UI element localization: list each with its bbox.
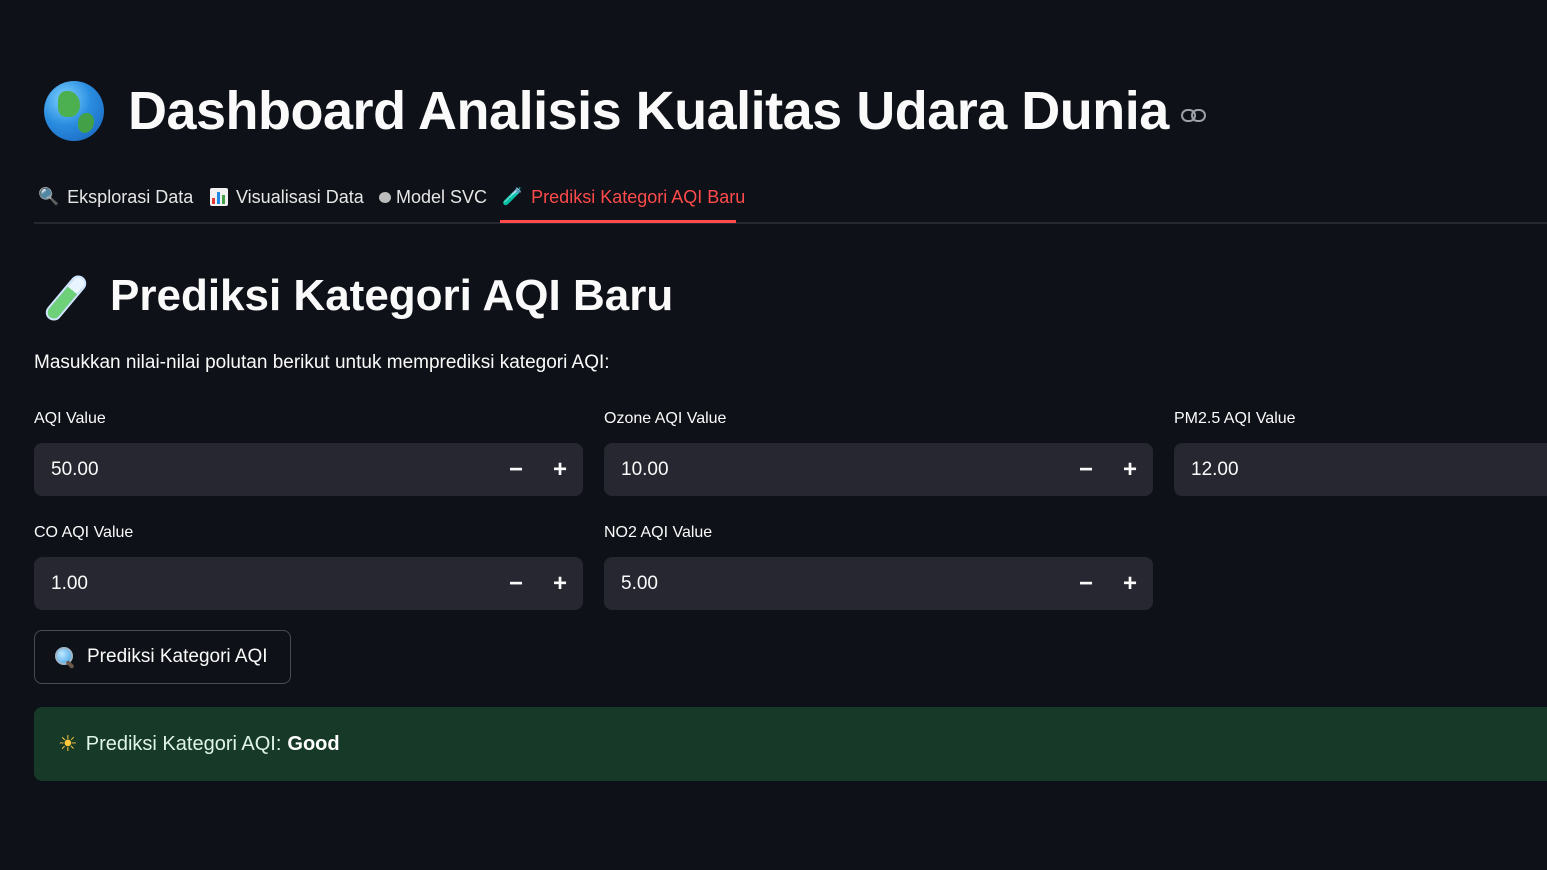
input-value[interactable]: 10.00 (621, 459, 669, 481)
pm25-aqi-input[interactable]: 12.00 (1174, 443, 1547, 496)
field-label: NO2 AQI Value (604, 524, 713, 541)
input-value[interactable]: 5.00 (621, 573, 658, 595)
tab-label: Prediksi Kategori AQI Baru (531, 186, 746, 207)
input-value[interactable]: 50.00 (51, 459, 99, 481)
globe-icon (44, 81, 104, 141)
aqi-value-input[interactable]: 50.00 − + (34, 443, 583, 496)
tab-visualisasi-data[interactable]: Visualisasi Data (210, 172, 364, 222)
field-label: CO AQI Value (34, 524, 134, 541)
active-tab-indicator (500, 220, 736, 223)
result-value: Good (287, 732, 340, 755)
increment-button[interactable]: + (540, 557, 580, 610)
tab-bar: 🔍 Eksplorasi Data Visualisasi Data Model… (34, 172, 1547, 224)
magnifier-icon (55, 647, 75, 667)
predict-button[interactable]: Prediksi Kategori AQI (34, 630, 291, 684)
tab-label: Model SVC (396, 186, 488, 207)
section-header: Prediksi Kategori AQI Baru (40, 266, 673, 326)
page-title: Dashboard Analisis Kualitas Udara Dunia (128, 81, 1169, 141)
no2-aqi-input[interactable]: 5.00 − + (604, 557, 1153, 610)
test-tube-icon (40, 269, 94, 324)
tab-prediksi-kategori[interactable]: 🧪 Prediksi Kategori AQI Baru (502, 172, 745, 222)
decrement-button[interactable]: − (1066, 443, 1106, 496)
aqi-value-field: AQI Value 50.00 − + (34, 407, 583, 496)
no2-aqi-field: NO2 AQI Value 5.00 − + (604, 521, 1153, 610)
test-tube-icon: 🧪 (502, 187, 524, 206)
increment-button[interactable]: + (1110, 557, 1150, 610)
link-icon[interactable] (1180, 109, 1207, 123)
magnifier-icon: 🔍 (38, 187, 60, 206)
increment-button[interactable]: + (1110, 443, 1150, 496)
field-label: PM2.5 AQI Value (1174, 410, 1296, 427)
intro-text: Masukkan nilai-nilai polutan berikut unt… (34, 352, 610, 373)
ozone-aqi-field: Ozone AQI Value 10.00 − + (604, 407, 1153, 496)
tab-label: Eksplorasi Data (67, 186, 194, 207)
app-page: Dashboard Analisis Kualitas Udara Dunia … (0, 0, 1547, 870)
section-title: Prediksi Kategori AQI Baru (110, 271, 674, 320)
field-label: AQI Value (34, 410, 106, 427)
result-prefix: Prediksi Kategori AQI: (85, 732, 282, 755)
tab-eksplorasi-data[interactable]: 🔍 Eksplorasi Data (38, 172, 193, 222)
pm25-aqi-field: PM2.5 AQI Value 12.00 (1174, 407, 1547, 496)
sun-icon: ☀ (58, 731, 78, 756)
bar-chart-icon (210, 188, 228, 206)
decrement-button[interactable]: − (1066, 557, 1106, 610)
predict-button-label: Prediksi Kategori AQI (87, 646, 268, 667)
input-value[interactable]: 1.00 (51, 573, 88, 595)
field-label: Ozone AQI Value (604, 410, 727, 427)
page-header: Dashboard Analisis Kualitas Udara Dunia (44, 76, 1207, 146)
co-aqi-input[interactable]: 1.00 − + (34, 557, 583, 610)
decrement-button[interactable]: − (496, 557, 536, 610)
increment-button[interactable]: + (540, 443, 580, 496)
co-aqi-field: CO AQI Value 1.00 − + (34, 521, 583, 610)
input-value[interactable]: 12.00 (1191, 459, 1239, 481)
decrement-button[interactable]: − (496, 443, 536, 496)
prediction-result: ☀ Prediksi Kategori AQI: Good (34, 707, 1547, 781)
tab-model-svc[interactable]: Model SVC (379, 172, 487, 222)
tab-label: Visualisasi Data (236, 186, 364, 207)
brain-icon (379, 191, 391, 203)
ozone-aqi-input[interactable]: 10.00 − + (604, 443, 1153, 496)
